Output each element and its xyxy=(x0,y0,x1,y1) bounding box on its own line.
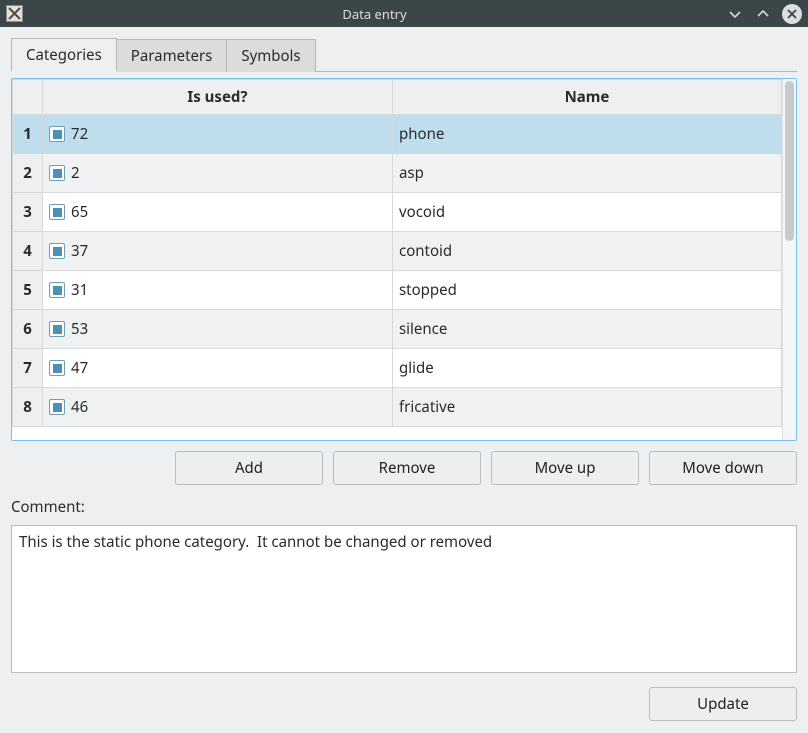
cell-name[interactable]: contoid xyxy=(393,232,782,271)
cell-isused[interactable]: 47 xyxy=(43,349,393,388)
table-row[interactable]: 3 65 vocoid xyxy=(13,193,782,232)
scrollbar-thumb[interactable] xyxy=(785,81,794,241)
cell-name[interactable]: asp xyxy=(393,154,782,193)
isused-count: 47 xyxy=(71,358,88,378)
cell-name[interactable]: vocoid xyxy=(393,193,782,232)
row-number[interactable]: 6 xyxy=(13,310,43,349)
checkbox-icon[interactable] xyxy=(49,165,65,181)
isused-count: 46 xyxy=(71,397,88,417)
isused-count: 31 xyxy=(71,280,88,300)
table-buttons-row: Add Remove Move up Move down xyxy=(11,451,797,485)
row-number[interactable]: 3 xyxy=(13,193,43,232)
titlebar: Data entry xyxy=(0,0,808,27)
table-row[interactable]: 7 47 glide xyxy=(13,349,782,388)
table-row[interactable]: 2 2 asp xyxy=(13,154,782,193)
cell-isused[interactable]: 46 xyxy=(43,388,393,427)
table-row[interactable]: 8 46 fricative xyxy=(13,388,782,427)
cell-name[interactable]: fricative xyxy=(393,388,782,427)
close-icon[interactable] xyxy=(782,4,802,24)
row-number[interactable]: 7 xyxy=(13,349,43,388)
tab-categories[interactable]: Categories xyxy=(11,38,117,72)
cell-isused[interactable]: 53 xyxy=(43,310,393,349)
checkbox-icon[interactable] xyxy=(49,360,65,376)
column-header-name[interactable]: Name xyxy=(393,80,782,115)
checkbox-icon[interactable] xyxy=(49,399,65,415)
row-number[interactable]: 1 xyxy=(13,115,43,154)
column-header-isused[interactable]: Is used? xyxy=(43,80,393,115)
row-number[interactable]: 4 xyxy=(13,232,43,271)
table-corner xyxy=(13,80,43,115)
tab-parameters[interactable]: Parameters xyxy=(117,39,228,72)
table-row[interactable]: 4 37 contoid xyxy=(13,232,782,271)
comment-label: Comment: xyxy=(11,497,797,517)
minimize-icon[interactable] xyxy=(726,5,744,23)
cell-isused[interactable]: 72 xyxy=(43,115,393,154)
isused-count: 2 xyxy=(71,163,80,183)
remove-button[interactable]: Remove xyxy=(333,451,481,485)
row-number[interactable]: 5 xyxy=(13,271,43,310)
isused-count: 72 xyxy=(71,124,88,144)
cell-isused[interactable]: 65 xyxy=(43,193,393,232)
cell-isused[interactable]: 31 xyxy=(43,271,393,310)
window-title: Data entry xyxy=(23,5,726,23)
checkbox-icon[interactable] xyxy=(49,321,65,337)
table-row[interactable]: 5 31 stopped xyxy=(13,271,782,310)
cell-isused[interactable]: 2 xyxy=(43,154,393,193)
table-vertical-scrollbar[interactable] xyxy=(782,79,796,440)
update-button[interactable]: Update xyxy=(649,687,797,721)
categories-table: Is used? Name 1 72 phone 2 2 asp 3 65 vocoid 4 37 c… xyxy=(11,78,797,441)
checkbox-icon[interactable] xyxy=(49,126,65,142)
maximize-icon[interactable] xyxy=(754,5,772,23)
tab-symbols[interactable]: Symbols xyxy=(227,39,315,72)
isused-count: 37 xyxy=(71,241,88,261)
move-down-button[interactable]: Move down xyxy=(649,451,797,485)
table-row[interactable]: 6 53 silence xyxy=(13,310,782,349)
table-row[interactable]: 1 72 phone xyxy=(13,115,782,154)
cell-name[interactable]: phone xyxy=(393,115,782,154)
tabs-row: Categories Parameters Symbols xyxy=(11,37,797,71)
checkbox-icon[interactable] xyxy=(49,243,65,259)
cell-name[interactable]: stopped xyxy=(393,271,782,310)
isused-count: 53 xyxy=(71,319,88,339)
app-icon xyxy=(6,5,23,22)
comment-textarea[interactable] xyxy=(11,525,797,673)
cell-name[interactable]: glide xyxy=(393,349,782,388)
add-button[interactable]: Add xyxy=(175,451,323,485)
checkbox-icon[interactable] xyxy=(49,282,65,298)
row-number[interactable]: 2 xyxy=(13,154,43,193)
checkbox-icon[interactable] xyxy=(49,204,65,220)
move-up-button[interactable]: Move up xyxy=(491,451,639,485)
cell-name[interactable]: silence xyxy=(393,310,782,349)
row-number[interactable]: 8 xyxy=(13,388,43,427)
cell-isused[interactable]: 37 xyxy=(43,232,393,271)
isused-count: 65 xyxy=(71,202,88,222)
